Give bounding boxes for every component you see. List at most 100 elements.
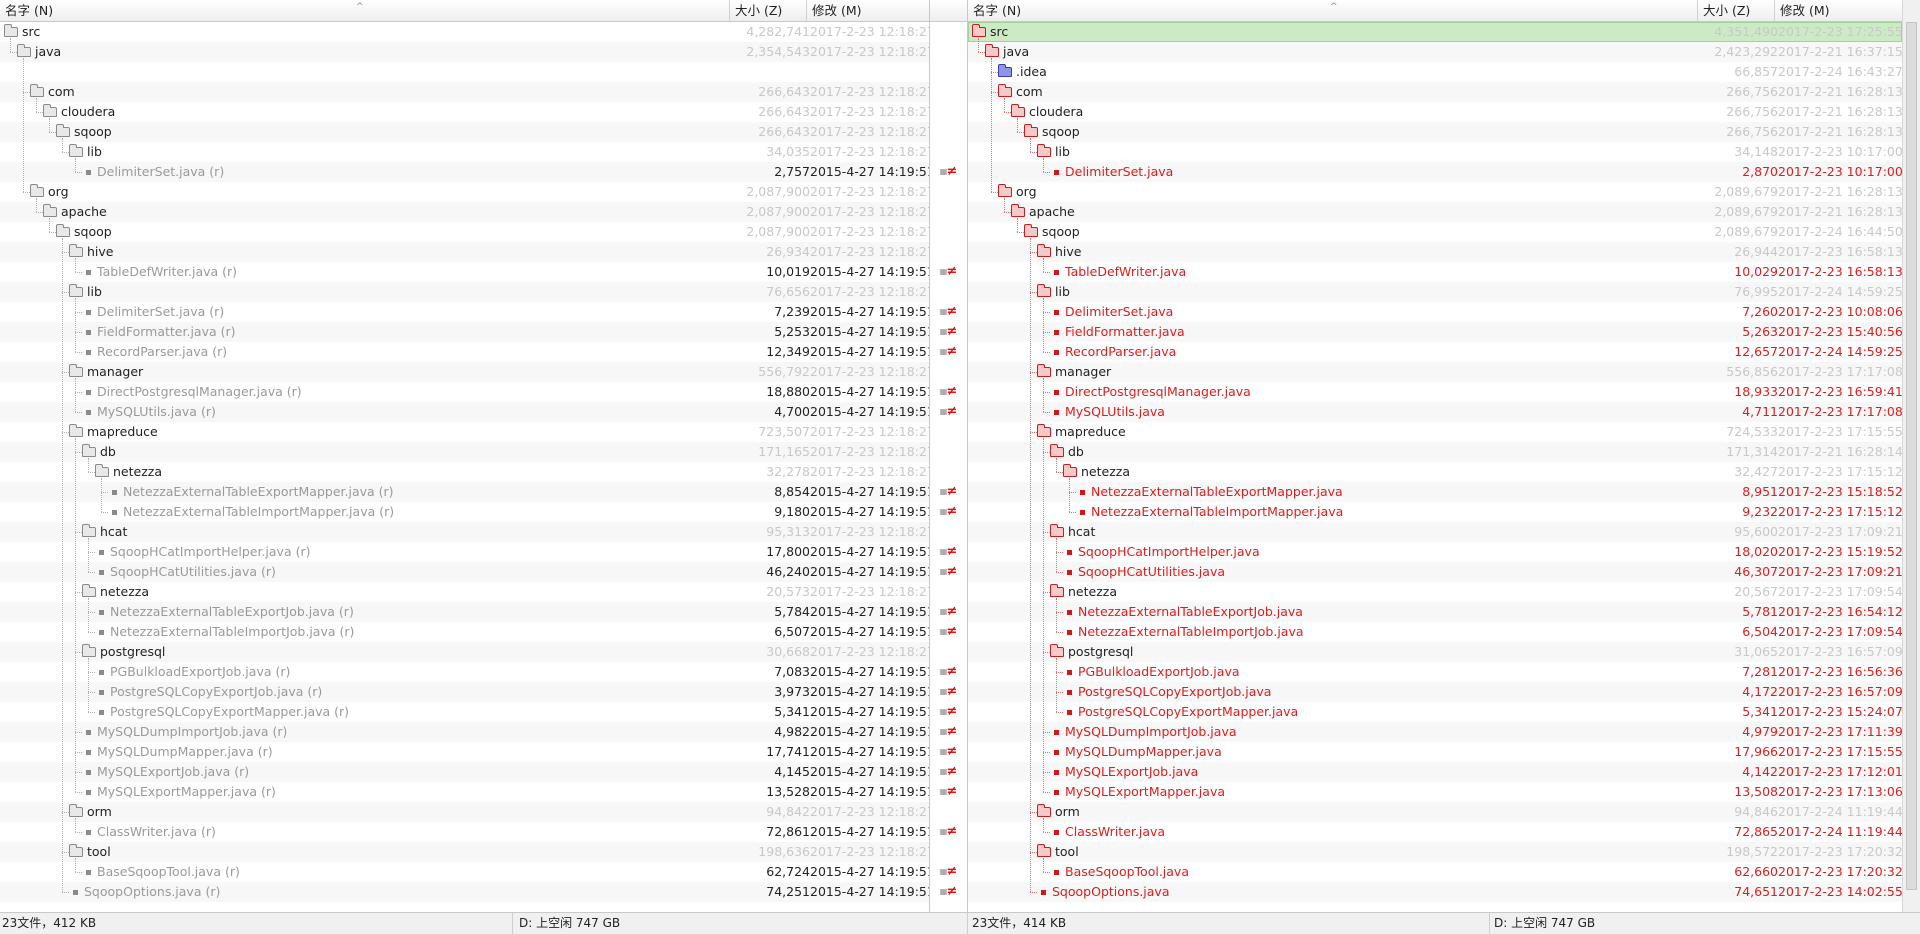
file-row[interactable]: MySQLExportJob.java 4,142 2017-2-23 17:12:… xyxy=(968,762,1902,782)
not-equal-icon[interactable]: ▦≠ xyxy=(930,342,967,362)
file-row[interactable]: PostgreSQLCopyExportMapper.java (r) 5,341… xyxy=(0,702,929,722)
folder-row[interactable]: manager 556,792 2017-2-23 12:18:27 xyxy=(0,362,929,382)
folder-row[interactable]: sqoop 266,643 2017-2-23 12:18:27 xyxy=(0,122,929,142)
right-file-pane[interactable]: 名字 (N) ^ 大小 (Z) 修改 (M) src 4,351,490 2017-2… xyxy=(968,0,1902,912)
file-row[interactable]: SqoopHCatImportHelper.java (r) 17,800 2015… xyxy=(0,542,929,562)
file-row[interactable]: FieldFormatter.java 5,263 2017-2-23 15:40:… xyxy=(968,322,1902,342)
folder-row[interactable]: hive 26,944 2017-2-23 16:58:13 xyxy=(968,242,1902,262)
not-equal-icon[interactable]: ▦≠ xyxy=(930,702,967,722)
file-row[interactable]: NetezzaExternalTableExportMapper.java 8,9… xyxy=(968,482,1902,502)
right-date-column-header[interactable]: 修改 (M) xyxy=(1775,0,1902,21)
file-row[interactable]: NetezzaExternalTableImportJob.java (r) 6,… xyxy=(0,622,929,642)
file-row[interactable]: DelimiterSet.java 7,260 2017-2-23 10:08:06 xyxy=(968,302,1902,322)
file-row[interactable]: MySQLExportMapper.java (r) 13,528 2015-4-2… xyxy=(0,782,929,802)
file-row[interactable]: MySQLExportJob.java (r) 4,145 2015-4-27 14… xyxy=(0,762,929,782)
not-equal-icon[interactable]: ▦≠ xyxy=(930,622,967,642)
file-row[interactable]: PostgreSQLCopyExportJob.java 4,172 2017-2-… xyxy=(968,682,1902,702)
file-row[interactable]: NetezzaExternalTableImportMapper.java (r… xyxy=(0,502,929,522)
not-equal-icon[interactable]: ▦≠ xyxy=(930,162,967,182)
folder-row[interactable]: orm 94,846 2017-2-24 11:19:44 xyxy=(968,802,1902,822)
folder-row[interactable]: .idea 66,857 2017-2-24 16:43:27 xyxy=(968,62,1902,82)
folder-row[interactable]: netezza 32,427 2017-2-23 17:15:12 xyxy=(968,462,1902,482)
file-row[interactable]: BaseSqoopTool.java 62,660 2017-2-23 17:20:… xyxy=(968,862,1902,882)
file-row[interactable]: SqoopHCatImportHelper.java 18,020 2017-2-2… xyxy=(968,542,1902,562)
not-equal-icon[interactable]: ▦≠ xyxy=(930,882,967,902)
folder-row[interactable]: mapreduce 724,533 2017-2-23 17:15:55 xyxy=(968,422,1902,442)
file-row[interactable]: DelimiterSet.java (r) 7,239 2015-4-27 14:1… xyxy=(0,302,929,322)
file-row[interactable]: MySQLExportMapper.java 13,508 2017-2-23 17… xyxy=(968,782,1902,802)
folder-row[interactable]: java 2,354,543 2017-2-23 12:18:27 xyxy=(0,42,929,62)
not-equal-icon[interactable]: ▦≠ xyxy=(930,322,967,342)
file-row[interactable]: PostgreSQLCopyExportJob.java (r) 3,973 201… xyxy=(0,682,929,702)
file-row[interactable]: PGBulkloadExportJob.java (r) 7,083 2015-4-… xyxy=(0,662,929,682)
file-row[interactable]: NetezzaExternalTableExportJob.java (r) 5,… xyxy=(0,602,929,622)
file-row[interactable]: BaseSqoopTool.java (r) 62,724 2015-4-27 14… xyxy=(0,862,929,882)
not-equal-icon[interactable]: ▦≠ xyxy=(930,662,967,682)
not-equal-icon[interactable]: ▦≠ xyxy=(930,822,967,842)
not-equal-icon[interactable]: ▦≠ xyxy=(930,482,967,502)
not-equal-icon[interactable]: ▦≠ xyxy=(930,862,967,882)
folder-row[interactable]: tool 198,572 2017-2-23 17:20:32 xyxy=(968,842,1902,862)
folder-row[interactable]: org 2,089,679 2017-2-21 16:28:13 xyxy=(968,182,1902,202)
folder-row[interactable]: netezza 20,573 2017-2-23 12:18:27 xyxy=(0,582,929,602)
file-row[interactable]: SqoopHCatUtilities.java 46,307 2017-2-23 1… xyxy=(968,562,1902,582)
folder-row[interactable]: manager 556,856 2017-2-23 17:17:08 xyxy=(968,362,1902,382)
left-name-column-header[interactable]: 名字 (N) ^ xyxy=(0,0,730,21)
file-row[interactable]: NetezzaExternalTableExportMapper.java (r… xyxy=(0,482,929,502)
folder-row[interactable]: postgresql 31,065 2017-2-23 16:57:09 xyxy=(968,642,1902,662)
folder-row[interactable]: sqoop 2,089,679 2017-2-24 16:44:50 xyxy=(968,222,1902,242)
folder-row[interactable]: tool 198,636 2017-2-23 12:18:27 xyxy=(0,842,929,862)
not-equal-icon[interactable]: ▦≠ xyxy=(930,762,967,782)
folder-row[interactable]: hcat 95,313 2017-2-23 12:18:27 xyxy=(0,522,929,542)
folder-row[interactable]: com 266,643 2017-2-23 12:18:27 xyxy=(0,82,929,102)
file-row[interactable]: DelimiterSet.java 2,870 2017-2-23 10:17:00 xyxy=(968,162,1902,182)
folder-row[interactable]: hcat 95,600 2017-2-23 17:09:21 xyxy=(968,522,1902,542)
not-equal-icon[interactable]: ▦≠ xyxy=(930,562,967,582)
file-row[interactable]: MySQLUtils.java (r) 4,700 2015-4-27 14:19:… xyxy=(0,402,929,422)
folder-row[interactable]: netezza 20,567 2017-2-23 17:09:54 xyxy=(968,582,1902,602)
folder-row[interactable]: cloudera 266,643 2017-2-23 12:18:27 xyxy=(0,102,929,122)
folder-row[interactable]: java 2,423,292 2017-2-21 16:37:15 xyxy=(968,42,1902,62)
file-row[interactable]: ClassWriter.java (r) 72,861 2015-4-27 14:1… xyxy=(0,822,929,842)
file-row[interactable]: NetezzaExternalTableExportJob.java 5,781 2… xyxy=(968,602,1902,622)
not-equal-icon[interactable]: ▦≠ xyxy=(930,382,967,402)
folder-row[interactable]: hive 26,934 2017-2-23 12:18:27 xyxy=(0,242,929,262)
file-row[interactable]: TableDefWriter.java 10,029 2017-2-23 16:58… xyxy=(968,262,1902,282)
file-row[interactable]: DelimiterSet.java (r) 2,757 2015-4-27 14:1… xyxy=(0,162,929,182)
file-row[interactable]: FieldFormatter.java (r) 5,253 2015-4-27 14… xyxy=(0,322,929,342)
file-row[interactable]: NetezzaExternalTableImportMapper.java 9,2… xyxy=(968,502,1902,522)
file-row[interactable]: ClassWriter.java 72,865 2017-2-24 11:19:44 xyxy=(968,822,1902,842)
scrollbar-thumb[interactable] xyxy=(1906,22,1917,890)
not-equal-icon[interactable]: ▦≠ xyxy=(930,782,967,802)
folder-row[interactable]: netezza 32,278 2017-2-23 12:18:27 xyxy=(0,462,929,482)
not-equal-icon[interactable]: ▦≠ xyxy=(930,542,967,562)
folder-row[interactable]: org 2,087,900 2017-2-23 12:18:27 xyxy=(0,182,929,202)
vertical-scrollbar[interactable] xyxy=(1902,0,1920,912)
not-equal-icon[interactable]: ▦≠ xyxy=(930,502,967,522)
not-equal-icon[interactable]: ▦≠ xyxy=(930,302,967,322)
file-row[interactable]: NetezzaExternalTableImportJob.java 6,504 2… xyxy=(968,622,1902,642)
folder-row[interactable]: postgresql 30,668 2017-2-23 12:18:27 xyxy=(0,642,929,662)
folder-row[interactable]: sqoop 2,087,900 2017-2-23 12:18:27 xyxy=(0,222,929,242)
file-row[interactable]: DirectPostgresqlManager.java 18,933 2017-2… xyxy=(968,382,1902,402)
folder-row[interactable]: db 171,314 2017-2-21 16:28:14 xyxy=(968,442,1902,462)
not-equal-icon[interactable]: ▦≠ xyxy=(930,402,967,422)
folder-row[interactable]: db 171,165 2017-2-23 12:18:27 xyxy=(0,442,929,462)
file-row[interactable]: PostgreSQLCopyExportMapper.java 5,341 2017… xyxy=(968,702,1902,722)
file-row[interactable]: SqoopHCatUtilities.java (r) 46,240 2015-4-… xyxy=(0,562,929,582)
file-row[interactable]: MySQLDumpMapper.java 17,966 2017-2-23 17:1… xyxy=(968,742,1902,762)
folder-row[interactable]: lib 76,656 2017-2-23 12:18:27 xyxy=(0,282,929,302)
right-name-column-header[interactable]: 名字 (N) ^ xyxy=(968,0,1698,21)
file-row[interactable]: PGBulkloadExportJob.java 7,281 2017-2-23 1… xyxy=(968,662,1902,682)
folder-row[interactable]: mapreduce 723,507 2017-2-23 12:18:27 xyxy=(0,422,929,442)
not-equal-icon[interactable]: ▦≠ xyxy=(930,602,967,622)
file-row[interactable]: MySQLDumpImportJob.java 4,979 2017-2-23 17… xyxy=(968,722,1902,742)
folder-row[interactable]: apache 2,089,679 2017-2-21 16:28:13 xyxy=(968,202,1902,222)
file-row[interactable]: TableDefWriter.java (r) 10,019 2015-4-27 1… xyxy=(0,262,929,282)
folder-row[interactable]: orm 94,842 2017-2-23 12:18:27 xyxy=(0,802,929,822)
not-equal-icon[interactable]: ▦≠ xyxy=(930,742,967,762)
file-row[interactable]: RecordParser.java 12,657 2017-2-24 14:59:2… xyxy=(968,342,1902,362)
folder-row[interactable]: lib 34,148 2017-2-23 10:17:00 xyxy=(968,142,1902,162)
folder-row[interactable]: apache 2,087,900 2017-2-23 12:18:27 xyxy=(0,202,929,222)
folder-row[interactable]: lib 34,035 2017-2-23 12:18:27 xyxy=(0,142,929,162)
